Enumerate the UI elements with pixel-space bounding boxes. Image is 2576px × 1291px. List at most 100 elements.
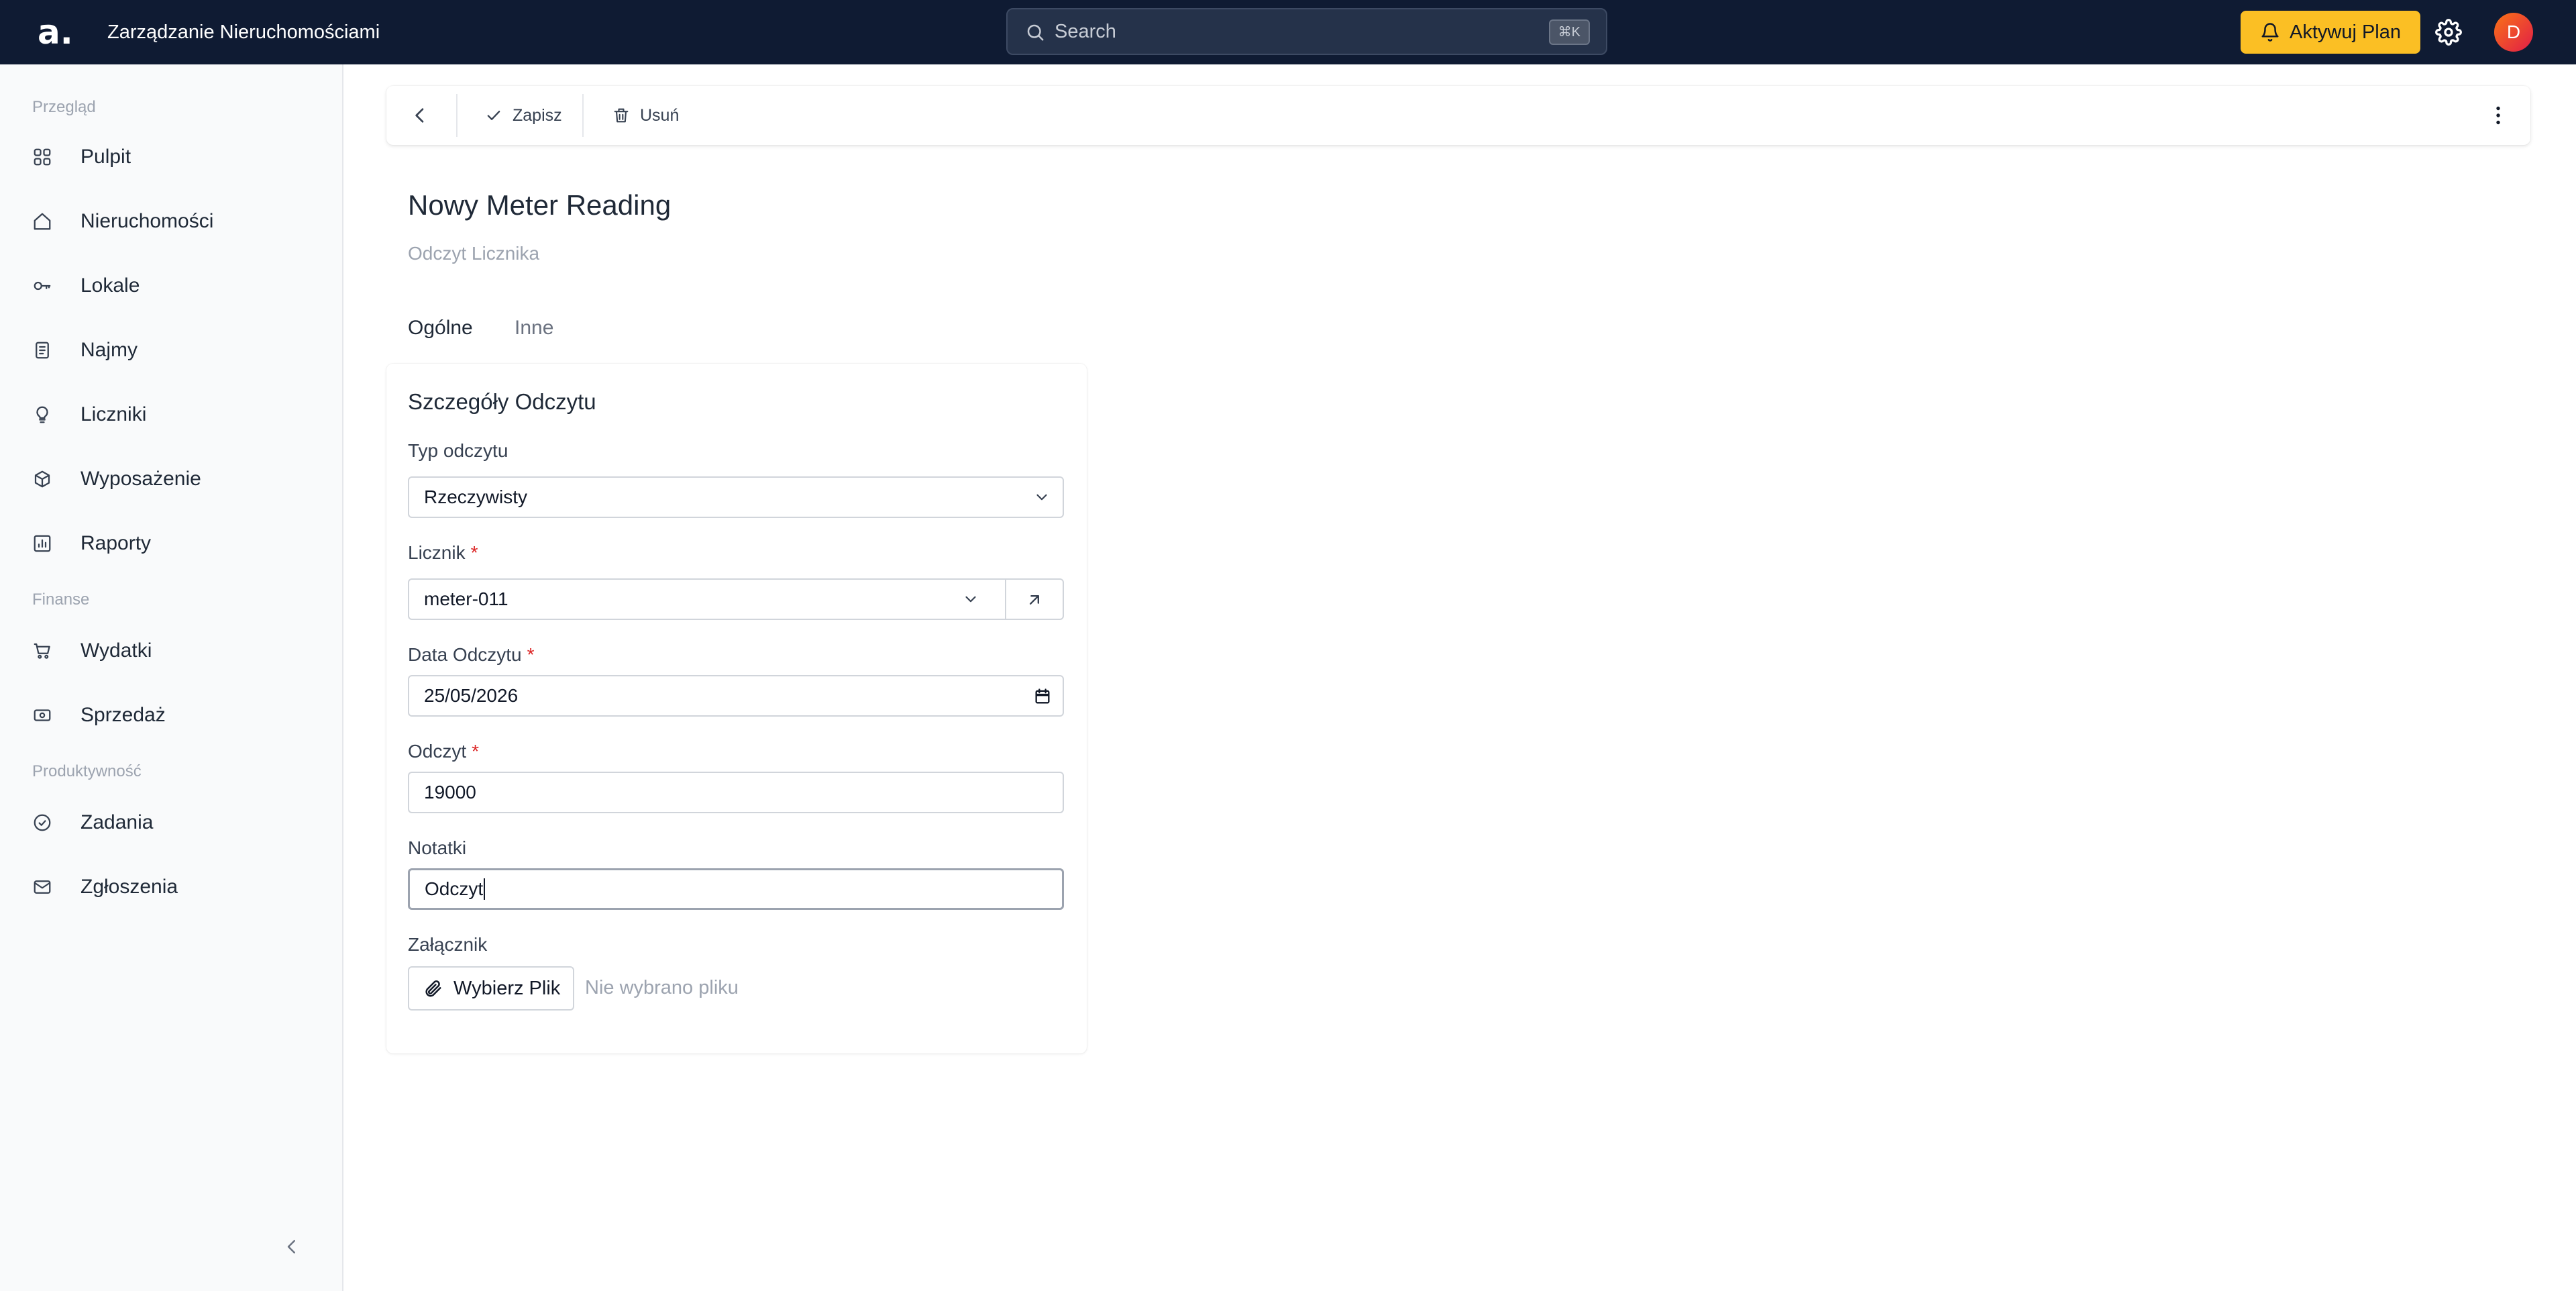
key-icon [34,281,51,291]
tab-general[interactable]: Ogólne [408,317,473,340]
reading-type-label: Typ odczytu [408,440,508,461]
search-icon [1027,24,1044,41]
sidebar-item-label: Wyposażenie [80,468,201,490]
reading-type-select[interactable]: Rzeczywisty [408,476,1064,518]
sidebar-item-meters[interactable]: Liczniki [32,395,314,435]
back-arrow-icon[interactable] [409,105,431,126]
delete-label: Usuń [640,105,680,125]
sidebar-item-label: Liczniki [80,403,147,425]
search-shortcut-badge: ⌘K [1548,19,1590,45]
delete-button[interactable]: Usuń [612,86,679,145]
tab-other[interactable]: Inne [515,317,553,340]
sidebar-item-label: Zadania [80,811,154,833]
notes-input[interactable]: Odczyt [408,868,1064,910]
chart-icon [34,535,51,552]
reading-value-input[interactable]: 19000 [408,772,1064,813]
reading-value-label: Odczyt * [408,741,479,762]
activate-plan-label: Aktywuj Plan [2289,21,2401,43]
reading-value: 19000 [424,782,476,803]
required-marker: * [472,741,480,762]
required-marker: * [527,644,535,665]
search-box[interactable]: ⌘K [1006,8,1607,55]
sidebar-item-dashboard[interactable]: Pulpit [32,137,314,177]
notes-value: Odczyt [425,878,484,899]
check-icon [487,111,500,120]
home-icon [34,213,51,230]
calendar-icon[interactable] [1033,687,1052,706]
toolbar-divider [582,94,584,137]
text-caret [484,878,486,900]
sidebar-item-reports[interactable]: Raporty [32,523,314,564]
reading-value-label-text: Odczyt [408,741,467,762]
notes-label: Notatki [408,837,467,858]
sidebar-section-finance: Finanse [32,590,90,609]
collapse-sidebar-icon[interactable] [282,1235,302,1259]
sidebar-item-units[interactable]: Lokale [32,266,314,306]
reading-date-label: Data Odczytu * [408,644,535,666]
top-bar: a. Zarządzanie Nieruchomościami ⌘K Aktyw… [0,0,2576,64]
arrow-up-right-icon [1030,595,1039,605]
check-circle-icon [34,814,51,831]
form-toolbar: Zapisz Usuń [386,86,2530,145]
no-file-status: Nie wybrano pliku [585,977,739,998]
app-title: Zarządzanie Nieruchomościami [107,21,380,43]
sidebar-item-properties[interactable]: Nieruchomości [32,201,314,242]
toolbar-divider [456,94,458,137]
sidebar-item-sales[interactable]: Sprzedaż [32,695,314,735]
bell-icon [2261,23,2279,42]
page-subtitle: Odczyt Licznika [408,243,540,264]
meter-value: meter-011 [424,588,508,609]
sidebar-item-label: Lokale [80,274,140,297]
reading-type-value: Rzeczywisty [424,486,528,507]
chevron-down-icon [1036,494,1047,501]
sidebar-section-overview: Przegląd [32,98,96,116]
reading-date-input[interactable]: 25/05/2026 [408,675,1064,717]
save-button[interactable]: Zapisz [484,86,562,145]
page-title: Nowy Meter Reading [408,189,672,221]
sidebar-item-label: Zgłoszenia [80,876,178,898]
sidebar-item-label: Wydatki [80,639,152,662]
sidebar-item-equipment[interactable]: Wyposażenie [32,459,314,499]
avatar[interactable]: D [2494,13,2533,52]
reading-date-value: 25/05/2026 [424,685,519,706]
sidebar-item-label: Raporty [80,532,152,554]
attachment-label: Załącznik [408,934,488,955]
reading-date-label-text: Data Odczytu [408,644,522,665]
reading-details-card: Szczegóły Odczytu Typ odczytu Rzeczywist… [386,364,1087,1053]
meter-label: Licznik * [408,542,478,564]
choose-file-label: Wybierz Plik [453,977,561,999]
trash-icon [614,108,629,123]
box-icon [34,470,50,488]
bulb-icon [36,406,48,423]
grid-icon [34,148,51,166]
chevron-down-icon [965,596,976,603]
cart-icon [34,643,50,659]
more-vertical-icon[interactable] [2486,103,2510,127]
save-label: Zapisz [513,105,562,125]
activate-plan-button[interactable]: Aktywuj Plan [2241,11,2420,54]
search-input[interactable] [1055,9,1457,54]
mail-icon [34,880,51,894]
meter-select[interactable]: meter-011 [408,578,1006,620]
card-title: Szczegóły Odczytu [408,389,596,414]
sidebar-item-label: Nieruchomości [80,210,214,232]
gear-icon[interactable] [2435,19,2462,46]
open-meter-button[interactable] [1005,578,1064,620]
meter-field: meter-011 [408,578,1064,620]
sidebar-item-expenses[interactable]: Wydatki [32,631,314,671]
sidebar-item-label: Najmy [80,339,138,361]
paperclip-icon [425,980,441,997]
document-icon [36,342,49,359]
sidebar-item-tickets[interactable]: Zgłoszenia [32,867,314,907]
sidebar-item-tasks[interactable]: Zadania [32,803,314,843]
required-marker: * [470,542,478,563]
cash-icon [34,709,51,721]
sidebar: Przegląd Pulpit Nieruchomości Lokale Naj… [0,64,343,1291]
meter-label-text: Licznik [408,542,466,563]
app-logo[interactable]: a. [38,12,78,52]
choose-file-button[interactable]: Wybierz Plik [408,966,574,1011]
sidebar-section-productivity: Produktywność [32,762,142,780]
sidebar-item-label: Sprzedaż [80,704,166,726]
sidebar-item-leases[interactable]: Najmy [32,330,314,370]
sidebar-item-label: Pulpit [80,146,131,168]
